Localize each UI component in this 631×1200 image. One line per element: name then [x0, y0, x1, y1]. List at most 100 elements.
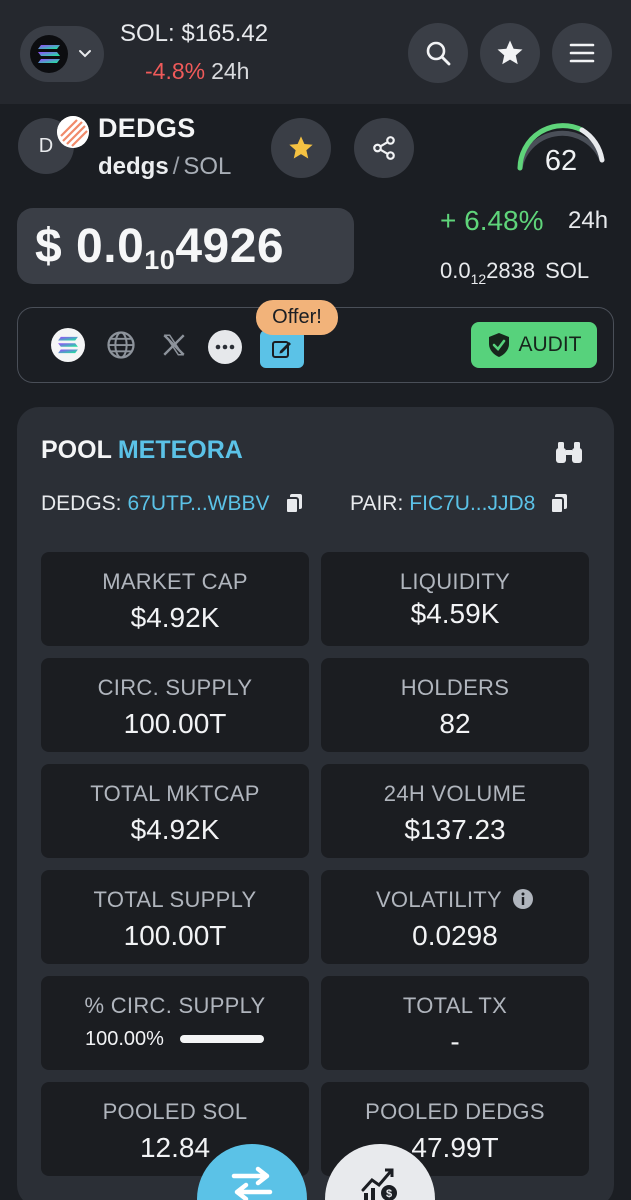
pair-address[interactable]: FIC7U...JJD8 — [409, 492, 535, 516]
shield-check-icon — [488, 333, 509, 357]
token-address-row: DEDGS: 67UTP...WBBV — [41, 492, 304, 516]
price-usd: $ 0.0 10 4926 — [17, 208, 354, 284]
stat-label: LIQUIDITY — [399, 569, 511, 594]
price-sol: 0.0122838 SOL — [440, 258, 590, 287]
stat-value: $4.92K — [130, 814, 220, 845]
stat-24h-volume: 24H VOLUME $137.23 — [321, 764, 589, 858]
stat-label-text: VOLATILITY — [375, 887, 502, 912]
token-address[interactable]: 67UTP...WBBV — [128, 492, 270, 516]
sol-change: -4.8% 24h — [145, 58, 249, 85]
copy-icon[interactable] — [549, 493, 569, 515]
stat-value: 100.00% — [85, 1028, 164, 1050]
price-zero-count: 10 — [144, 244, 176, 275]
price-sol-digits: 2838 — [486, 258, 536, 283]
price-sol-zero-count: 12 — [470, 271, 487, 287]
stat-value: - — [450, 1026, 460, 1057]
token-logo — [57, 116, 89, 148]
stat-value: 82 — [439, 708, 471, 739]
token-symbol: dedgs — [98, 153, 169, 180]
stat-value: $4.59K — [410, 598, 500, 629]
website-link[interactable] — [104, 328, 138, 362]
share-icon — [373, 136, 395, 160]
menu-button[interactable] — [552, 23, 612, 83]
stat-liquidity: LIQUIDITY $4.59K — [321, 552, 589, 646]
chevron-down-icon — [79, 50, 91, 58]
audit-label: AUDIT — [518, 333, 582, 356]
stat-value: $4.92K — [130, 602, 220, 633]
audit-button[interactable]: AUDIT — [471, 322, 597, 368]
token-address-label: DEDGS: — [41, 492, 122, 515]
info-icon[interactable] — [512, 888, 534, 910]
price-change: + 6.48% — [440, 205, 544, 236]
favorites-button[interactable] — [480, 23, 540, 83]
stat-label: % CIRC. SUPPLY — [84, 993, 266, 1018]
chain-selector[interactable] — [20, 26, 104, 82]
stat-market-cap: MARKET CAP $4.92K — [41, 552, 309, 646]
pool-title: POOL METEORA — [41, 436, 243, 465]
stat-label: CIRC. SUPPLY — [97, 675, 253, 700]
token-pair: dedgs / SOL — [98, 153, 231, 181]
globe-icon — [107, 331, 135, 359]
stat-value: 100.00T — [123, 708, 227, 739]
circ-supply-bar-fill — [180, 1035, 264, 1043]
stat-circ-supply-pct: % CIRC. SUPPLY 100.00% — [41, 976, 309, 1070]
explore-button[interactable] — [552, 436, 586, 468]
stat-label: 24H VOLUME — [383, 781, 527, 806]
copy-icon[interactable] — [284, 493, 304, 515]
quote-symbol: SOL — [183, 153, 232, 180]
edit-info-button[interactable] — [260, 330, 304, 368]
stat-label: TOTAL TX — [402, 993, 508, 1018]
stat-label: MARKET CAP — [102, 569, 248, 594]
x-link[interactable] — [157, 328, 191, 362]
share-button[interactable] — [354, 118, 414, 178]
pair-address-label: PAIR: — [350, 492, 404, 515]
edit-icon — [272, 341, 291, 358]
x-icon — [163, 334, 185, 356]
sol-change-value: -4.8% — [145, 58, 206, 84]
price-sol-prefix: 0.0 — [440, 258, 471, 283]
favorite-token-button[interactable] — [271, 118, 331, 178]
offer-badge[interactable]: Offer! — [256, 300, 338, 335]
price-digits: 4926 — [175, 219, 285, 273]
pair-separator: / — [172, 153, 180, 180]
pool-label: POOL — [41, 436, 112, 464]
stat-label: HOLDERS — [400, 675, 510, 700]
star-icon — [497, 40, 523, 65]
stat-value: $137.23 — [404, 814, 506, 845]
chart-dollar-icon: $ — [361, 1168, 397, 1200]
pair-address-row: PAIR: FIC7U...JJD8 — [350, 492, 569, 516]
stat-label: TOTAL MKTCAP — [90, 781, 260, 806]
sol-change-period: 24h — [211, 58, 250, 84]
pool-dex[interactable]: METEORA — [118, 436, 243, 464]
stat-label: TOTAL SUPPLY — [93, 887, 257, 912]
binoculars-icon — [556, 442, 582, 463]
star-icon — [289, 136, 313, 159]
menu-icon — [569, 43, 595, 63]
token-name: DEDGS — [98, 113, 196, 143]
stat-label: VOLATILITY — [321, 887, 589, 913]
search-button[interactable] — [408, 23, 468, 83]
stat-volatility: VOLATILITY 0.0298 — [321, 870, 589, 964]
stat-total-supply: TOTAL SUPPLY 100.00T — [41, 870, 309, 964]
more-links-button[interactable] — [208, 330, 242, 364]
circ-supply-bar — [180, 1035, 264, 1043]
stat-circ-supply: CIRC. SUPPLY 100.00T — [41, 658, 309, 752]
stat-total-mktcap: TOTAL MKTCAP $4.92K — [41, 764, 309, 858]
score-value: 62 — [544, 145, 578, 177]
svg-text:$: $ — [386, 1188, 392, 1200]
token-avatar-letter: D — [38, 134, 54, 157]
stat-value: 0.0298 — [412, 920, 498, 951]
swap-icon — [231, 1166, 273, 1200]
stat-value: 100.00T — [123, 920, 227, 951]
solana-icon — [58, 336, 78, 354]
solana-icon — [30, 35, 68, 73]
price-prefix: $ 0.0 — [35, 219, 145, 273]
stat-label: POOLED DEDGS — [365, 1099, 545, 1124]
more-icon — [215, 344, 235, 350]
sol-price: SOL: $165.42 — [120, 20, 269, 47]
price-change-period: 24h — [568, 207, 609, 234]
stat-total-tx: TOTAL TX - — [321, 976, 589, 1070]
solscan-link[interactable] — [51, 328, 85, 362]
price-sol-unit: SOL — [545, 258, 590, 283]
search-icon — [426, 41, 451, 66]
